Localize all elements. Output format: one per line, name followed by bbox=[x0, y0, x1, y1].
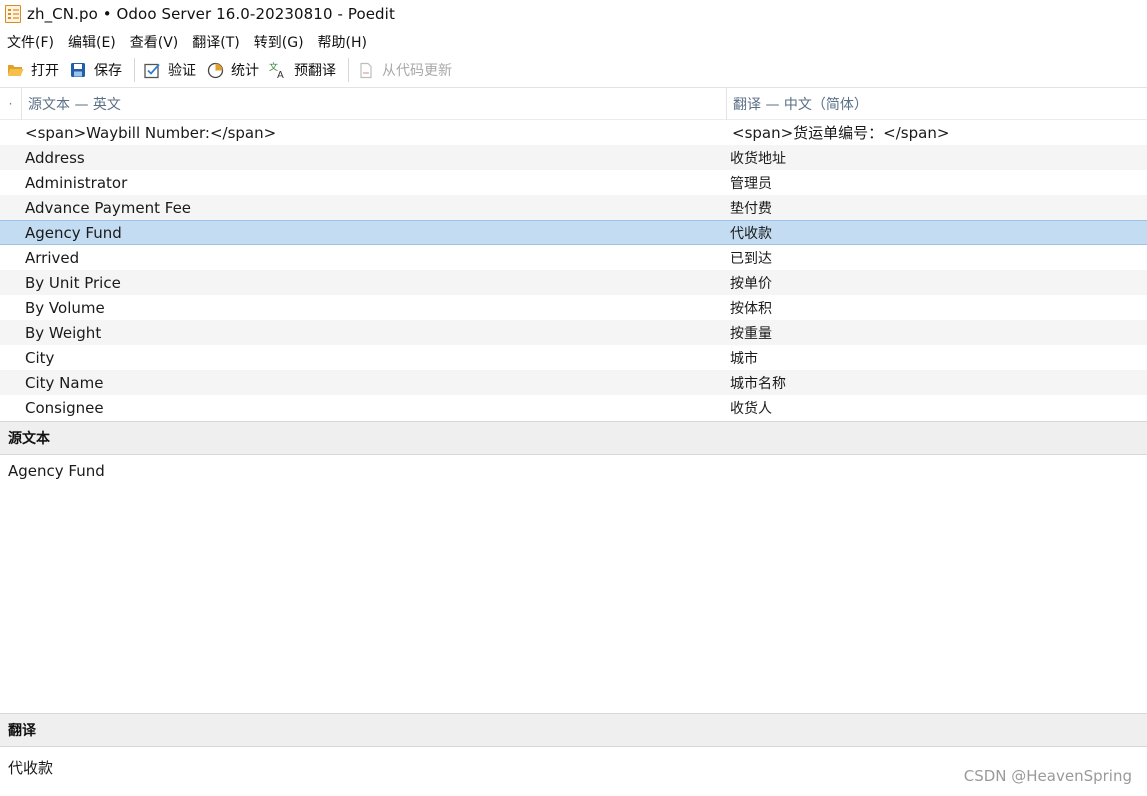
save-label: 保存 bbox=[94, 63, 122, 79]
toolbar-separator bbox=[348, 58, 349, 82]
svg-text:A: A bbox=[277, 70, 284, 79]
translate-icon: 文A bbox=[269, 61, 287, 79]
row-translation-text: 收货人 bbox=[730, 400, 772, 417]
list-row-selected[interactable]: Agency Fund 代收款 bbox=[0, 220, 1147, 245]
menu-bar: 文件(F) 编辑(E) 查看(V) 翻译(T) 转到(G) 帮助(H) bbox=[0, 29, 381, 55]
save-button[interactable]: 保存 bbox=[69, 57, 126, 83]
toolbar-separator bbox=[134, 58, 135, 82]
row-source-text: City Name bbox=[25, 373, 104, 392]
menu-goto[interactable]: 转到(G) bbox=[254, 32, 304, 52]
toolbar: 打开 保存 验证 统计 文A 预翻译 从代码更新 bbox=[0, 55, 1147, 85]
pretranslate-button[interactable]: 文A 预翻译 bbox=[269, 57, 340, 83]
row-translation-text: 按重量 bbox=[730, 325, 772, 342]
row-translation-text: 垫付费 bbox=[730, 200, 772, 217]
list-row[interactable]: Consignee 收货人 bbox=[0, 395, 1147, 420]
row-translation-text: 城市名称 bbox=[730, 375, 786, 392]
update-from-code-button[interactable]: 从代码更新 bbox=[357, 57, 456, 83]
watermark: CSDN @HeavenSpring bbox=[963, 767, 1132, 785]
row-source-text: Address bbox=[25, 148, 85, 167]
row-translation-text: 已到达 bbox=[730, 250, 772, 267]
row-source-text: <span>Waybill Number:</span> bbox=[25, 123, 277, 142]
title-bar: zh_CN.po • Odoo Server 16.0-20230810 - P… bbox=[0, 0, 1147, 28]
poedit-app-icon bbox=[5, 5, 21, 23]
validate-label: 验证 bbox=[168, 63, 196, 79]
row-source-text: By Weight bbox=[25, 323, 102, 342]
translation-panel-title: 翻译 bbox=[0, 713, 1147, 747]
row-translation-text: 城市 bbox=[730, 350, 758, 367]
menu-file[interactable]: 文件(F) bbox=[7, 32, 54, 52]
row-source-text: City bbox=[25, 348, 55, 367]
list-row[interactable]: By Weight 按重量 bbox=[0, 320, 1147, 345]
stats-button[interactable]: 统计 bbox=[206, 57, 263, 83]
row-source-text: By Volume bbox=[25, 298, 105, 317]
row-translation-text: <span>货运单编号：</span> bbox=[732, 124, 950, 142]
validate-button[interactable]: 验证 bbox=[143, 57, 200, 83]
checkbox-icon bbox=[143, 61, 161, 79]
header-translation-column[interactable]: 翻译 — 中文（简体） bbox=[727, 88, 1147, 120]
source-text-display: Agency Fund bbox=[8, 462, 105, 480]
source-panel-title: 源文本 bbox=[0, 421, 1147, 455]
row-source-text: Agency Fund bbox=[25, 223, 122, 242]
window-title: zh_CN.po • Odoo Server 16.0-20230810 - P… bbox=[27, 5, 395, 23]
list-row[interactable]: By Unit Price 按单价 bbox=[0, 270, 1147, 295]
list-row[interactable]: Address 收货地址 bbox=[0, 145, 1147, 170]
list-row[interactable]: Administrator 管理员 bbox=[0, 170, 1147, 195]
open-label: 打开 bbox=[31, 63, 59, 79]
row-source-text: Advance Payment Fee bbox=[25, 198, 192, 217]
save-icon bbox=[69, 61, 87, 79]
list-row[interactable]: City Name 城市名称 bbox=[0, 370, 1147, 395]
list-header: · 源文本 — 英文 翻译 — 中文（简体） bbox=[0, 87, 1147, 120]
stats-label: 统计 bbox=[231, 63, 259, 79]
update-from-code-label: 从代码更新 bbox=[382, 63, 452, 79]
row-translation-text: 代收款 bbox=[730, 225, 772, 242]
row-source-text: By Unit Price bbox=[25, 273, 121, 292]
header-source-column[interactable]: 源文本 — 英文 bbox=[22, 87, 727, 120]
row-source-text: Arrived bbox=[25, 248, 80, 267]
row-translation-text: 按单价 bbox=[730, 275, 772, 292]
row-translation-text: 按体积 bbox=[730, 300, 772, 317]
pie-chart-icon bbox=[206, 61, 224, 79]
pretranslate-label: 预翻译 bbox=[294, 63, 336, 79]
menu-view[interactable]: 查看(V) bbox=[130, 32, 179, 52]
list-row[interactable]: By Volume 按体积 bbox=[0, 295, 1147, 320]
row-translation-text: 收货地址 bbox=[730, 150, 786, 167]
menu-help[interactable]: 帮助(H) bbox=[318, 32, 367, 52]
row-source-text: Administrator bbox=[25, 173, 128, 192]
list-row[interactable]: Advance Payment Fee 垫付费 bbox=[0, 195, 1147, 220]
list-row[interactable]: City 城市 bbox=[0, 345, 1147, 370]
list-row[interactable]: <span>Waybill Number:</span> <span>货运单编号… bbox=[0, 120, 1147, 145]
row-translation-text: 管理员 bbox=[730, 175, 772, 192]
menu-edit[interactable]: 编辑(E) bbox=[68, 32, 116, 52]
open-button[interactable]: 打开 bbox=[6, 57, 63, 83]
translation-list: · 源文本 — 英文 翻译 — 中文（简体） <span>Waybill Num… bbox=[0, 87, 1147, 421]
translation-text-editor[interactable]: 代收款 bbox=[8, 757, 53, 778]
menu-translate[interactable]: 翻译(T) bbox=[192, 32, 239, 52]
row-source-text: Consignee bbox=[25, 398, 104, 417]
header-status-column[interactable]: · bbox=[0, 87, 22, 120]
folder-open-icon bbox=[6, 61, 24, 79]
document-icon bbox=[357, 61, 375, 79]
list-row[interactable]: Arrived 已到达 bbox=[0, 245, 1147, 270]
